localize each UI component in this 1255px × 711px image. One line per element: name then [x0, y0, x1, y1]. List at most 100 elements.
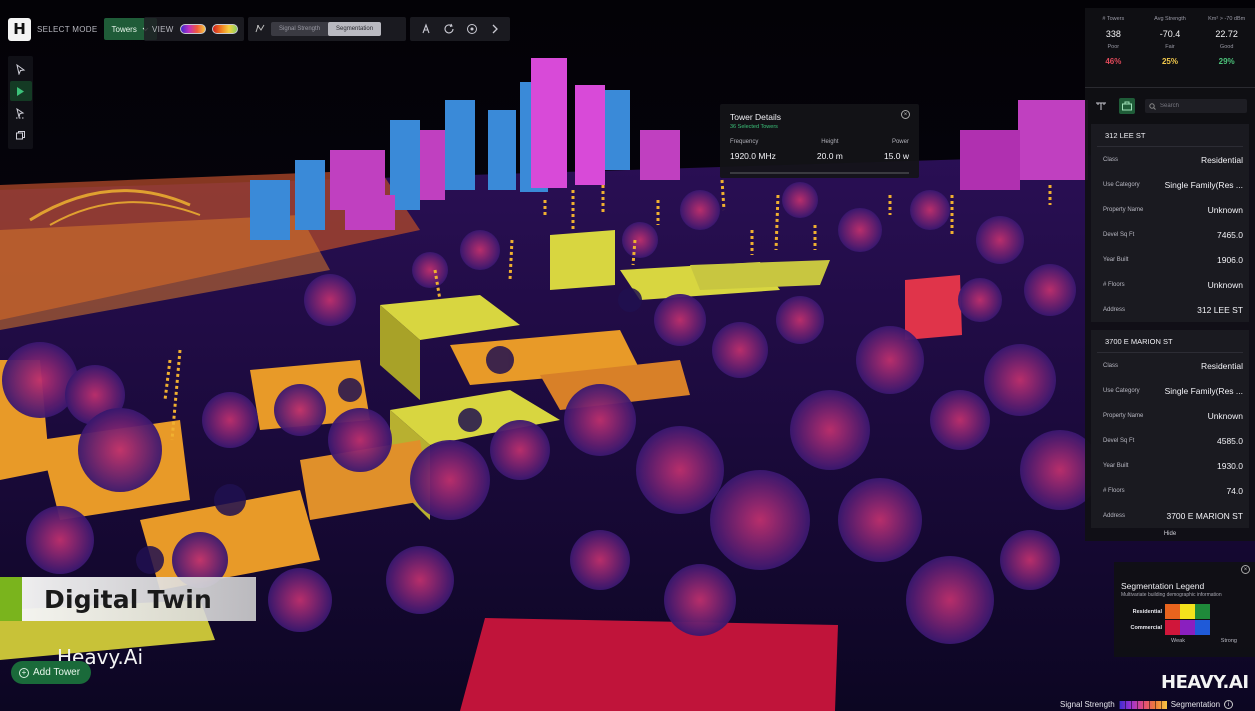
map-layers-icon[interactable]	[254, 23, 266, 35]
property-panel: # Towers 338 Poor 46% Avg Strength -70.4…	[1085, 8, 1255, 541]
height-label: Height	[821, 139, 839, 145]
tower-details-popup: Tower Details 36 Selected Towers × Frequ…	[720, 104, 919, 178]
info-icon[interactable]: i	[1224, 700, 1234, 709]
search-field[interactable]	[1145, 99, 1247, 113]
year-built-value: 1906.0	[1217, 254, 1243, 265]
play-icon	[17, 86, 24, 96]
signal-strength-label: Signal Strength	[1060, 700, 1115, 709]
property-name-value: Unknown	[1207, 204, 1243, 215]
segment-toggle: Signal Strength Segmentation	[271, 22, 382, 36]
property-name-value: Unknown	[1207, 410, 1243, 421]
pointer-icon	[16, 63, 26, 75]
select-path-icon	[16, 108, 25, 120]
class-value: Residential	[1200, 360, 1243, 371]
height-field: Height 20.0 m	[817, 139, 843, 161]
building-icon[interactable]	[1119, 98, 1135, 114]
height-value: 20.0 m	[816, 151, 843, 161]
sqft-row: Devel Sq Ft 7465.0	[1097, 222, 1243, 247]
year-built-label: Year Built	[1103, 462, 1129, 469]
good-percent: 29%	[1218, 57, 1235, 66]
use-category-row: Use Category Single Family(Res ...	[1097, 378, 1243, 403]
refresh-icon[interactable]	[442, 22, 456, 36]
layers-icon	[16, 131, 25, 140]
segmentation-label: Segmentation	[1170, 700, 1221, 709]
close-icon[interactable]: ×	[1241, 565, 1250, 574]
address-label: Address	[1103, 512, 1126, 519]
chevron-right-icon[interactable]	[488, 22, 502, 36]
sqft-row: Devel Sq Ft 4585.0	[1097, 428, 1243, 453]
close-icon[interactable]: ×	[901, 110, 910, 119]
pointer-tool[interactable]	[10, 59, 32, 79]
power-label: Power	[891, 139, 909, 145]
signal-gradient-toggle[interactable]	[179, 24, 206, 34]
view-label: VIEW	[152, 24, 174, 34]
layers-tool[interactable]	[10, 126, 32, 146]
segmentation-gradient-toggle[interactable]	[211, 24, 238, 34]
hide-panel-button[interactable]: Hide	[1085, 531, 1255, 542]
floors-label: # Floors	[1103, 487, 1125, 494]
class-value: Residential	[1200, 154, 1243, 165]
select-path-tool[interactable]	[10, 104, 32, 124]
banner-title: Digital Twin	[44, 584, 213, 614]
class-label: Class	[1103, 362, 1119, 369]
legend-axis: Weak Strong	[1121, 638, 1247, 644]
add-tower-button[interactable]: + Add Tower	[11, 661, 91, 684]
frequency-value: 1920.0 MHz	[730, 151, 776, 161]
class-row: Class Residential	[1097, 147, 1243, 172]
legend-row-commercial: Commercial	[1121, 620, 1247, 635]
brand-logo: HEAVY.AI	[1161, 672, 1249, 693]
poor-percent: 46%	[1105, 57, 1122, 66]
address-row: Address 3700 E MARION ST	[1097, 503, 1243, 528]
property-name-label: Property Name	[1103, 412, 1144, 419]
view-group: VIEW	[144, 17, 244, 41]
floors-value: Unknown	[1207, 279, 1243, 290]
selected-towers-count: 36 Selected Towers	[730, 124, 778, 130]
legend-swatch	[1180, 620, 1195, 635]
mode-dropdown-value: Towers	[111, 24, 137, 34]
towers-stat-value: 338	[1105, 29, 1121, 39]
property-card[interactable]: 3700 E MARION ST Class Residential Use Ca…	[1091, 330, 1249, 528]
year-built-row: Year Built 1906.0	[1097, 247, 1243, 272]
power-value: 15.0 w	[883, 151, 909, 161]
stats-summary: # Towers 338 Poor 46% Avg Strength -70.4…	[1085, 8, 1255, 88]
title-banner: Digital Twin	[0, 577, 256, 621]
legend-swatch	[1195, 604, 1210, 619]
good-label: Good	[1219, 44, 1234, 50]
coverage-area-value: 22.72	[1215, 29, 1238, 39]
class-row: Class Residential	[1097, 353, 1243, 378]
tools-group	[410, 17, 510, 41]
use-category-label: Use Category	[1103, 181, 1140, 188]
floors-row: # Floors 74.0	[1097, 478, 1243, 503]
paint-brush-icon[interactable]	[419, 22, 433, 36]
tower-details-title: Tower Details	[730, 112, 782, 122]
app-logo[interactable]: H	[8, 17, 31, 41]
frequency-field: Frequency 1920.0 MHz	[730, 139, 776, 161]
use-category-row: Use Category Single Family(Res ...	[1097, 172, 1243, 197]
tower-details-scrollbar[interactable]	[730, 172, 909, 174]
use-category-value: Single Family(Res ...	[1164, 179, 1243, 190]
legend-grid: Residential Commercial	[1121, 604, 1247, 635]
power-field: Power 15.0 w	[884, 139, 909, 161]
year-built-label: Year Built	[1103, 256, 1129, 263]
address-value: 312 LEE ST	[1197, 304, 1243, 315]
banner-accent	[0, 577, 22, 621]
coverage-area-label: Km² > -70 dBm	[1208, 16, 1246, 22]
frequency-label: Frequency	[730, 139, 759, 145]
plus-icon: +	[19, 667, 29, 678]
segment-option-segmentation[interactable]: Segmentation	[328, 22, 382, 36]
search-input[interactable]	[1160, 103, 1220, 109]
target-icon[interactable]	[465, 22, 479, 36]
tower-icon[interactable]	[1093, 98, 1109, 114]
year-built-row: Year Built 1930.0	[1097, 453, 1243, 478]
class-label: Class	[1103, 156, 1119, 163]
towers-stat-label: # Towers	[1102, 16, 1125, 22]
avg-strength-value: -70.4	[1159, 29, 1181, 39]
property-card[interactable]: 312 LEE ST Class Residential Use Category…	[1091, 124, 1249, 322]
property-name-row: Property Name Unknown	[1097, 403, 1243, 428]
play-tool[interactable]	[9, 81, 32, 102]
segment-option-signal-strength[interactable]: Signal Strength	[271, 22, 328, 36]
sqft-value: 7465.0	[1217, 229, 1243, 240]
segmentation-legend: × Segmentation Legend Multivariate build…	[1114, 562, 1255, 657]
legend-swatch	[1180, 604, 1195, 619]
legend-row-label: Residential	[1132, 608, 1162, 615]
